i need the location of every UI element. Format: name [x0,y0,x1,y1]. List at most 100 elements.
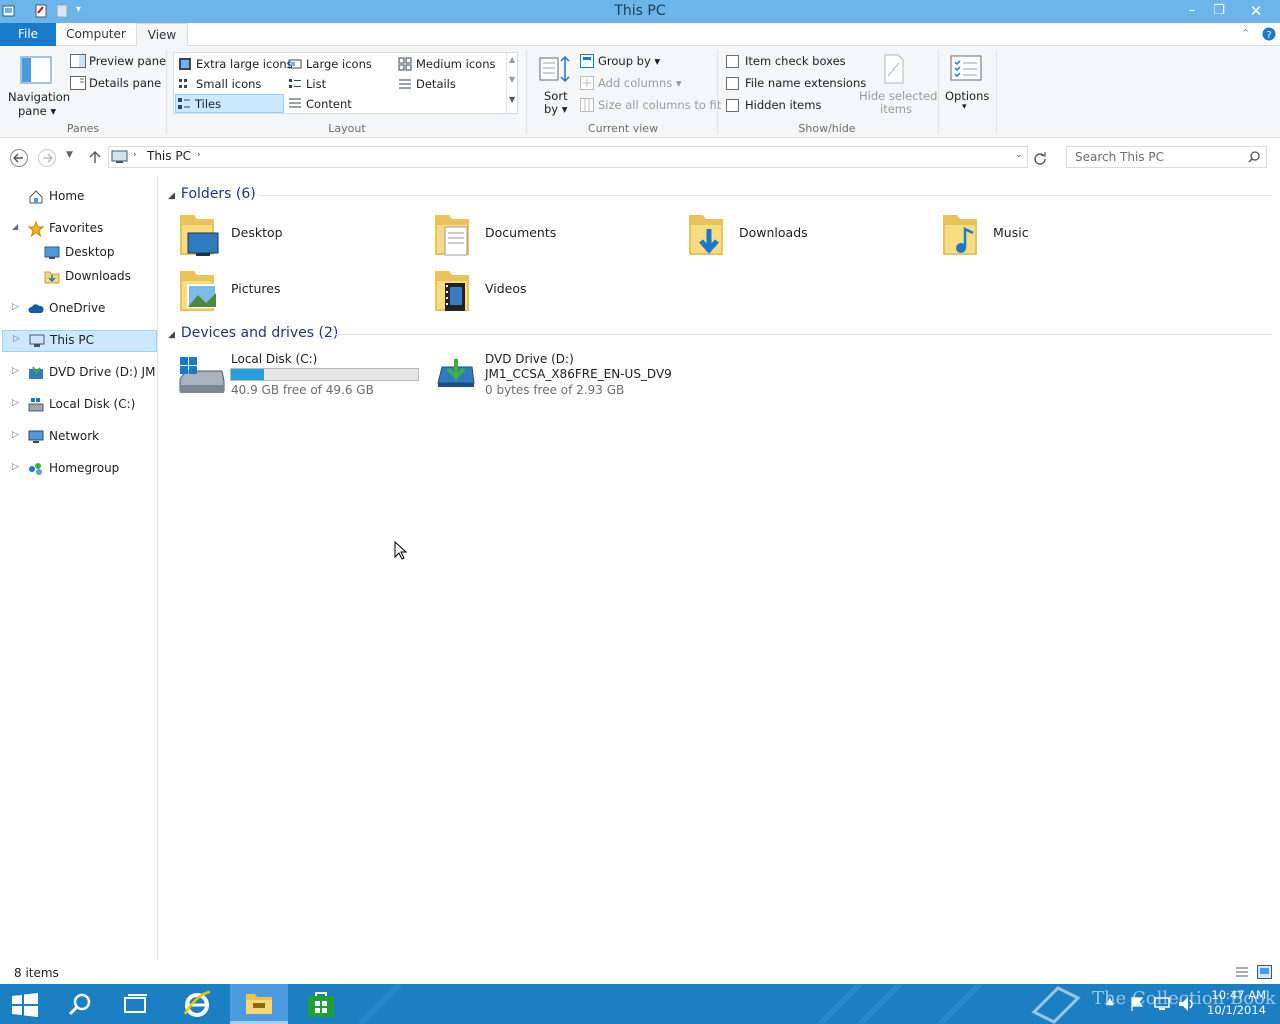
details-pane-button[interactable]: Details pane [70,75,161,93]
group-by-button[interactable]: Group by ▾ [580,53,670,71]
folder-tile-pictures[interactable]: Pictures [176,265,416,317]
devices-group-heading[interactable]: ◢ Devices and drives (2) [168,325,338,341]
tab-computer[interactable]: Computer [60,23,132,46]
nav-item-dvd-drive[interactable]: ▷ DVD Drive (D:) JM1_CCSA_X86FRE_EN-US_D… [0,362,157,384]
up-icon[interactable] [87,149,103,165]
file-name-extensions-checkbox[interactable] [726,77,739,90]
system-clock[interactable]: 10:47 AM 10/1/2014 [1207,988,1266,1018]
large-icons-view-icon[interactable] [1257,965,1272,979]
internet-explorer-button[interactable] [170,984,224,1024]
navigation-pane-button[interactable]: Navigation pane ▾ [6,50,70,120]
size-all-columns-button[interactable]: Size all columns to fit [580,97,721,115]
nav-item-favorites[interactable]: ◢ Favorites [0,218,157,240]
collapsed-arrow-icon[interactable]: ▷ [12,366,19,376]
nav-item-network[interactable]: ▷ Network [0,426,157,448]
nav-item-downloads[interactable]: Downloads [0,266,157,288]
collapsed-arrow-icon[interactable]: ▷ [12,398,19,408]
address-dropdown-icon[interactable]: ⌄ [1015,150,1023,160]
sort-by-button[interactable]: Sort by ▾ [536,52,574,116]
back-icon[interactable] [9,148,29,168]
store-button[interactable] [294,984,348,1024]
search-icon[interactable] [1248,151,1260,163]
file-name-extensions-toggle[interactable]: File name extensions [726,76,866,92]
breadcrumb-arrow-icon[interactable]: › [197,150,201,160]
layout-scroll[interactable]: ▲ ▼ ▼ [506,53,518,113]
recent-locations-icon[interactable]: ▼ [66,150,73,160]
nav-item-local-disk[interactable]: ▷ Local Disk (C:) [0,394,157,416]
show-hidden-icons-icon[interactable]: ▲ [1106,996,1114,1007]
folder-tile-music[interactable]: Music [939,209,1179,261]
nav-item-onedrive[interactable]: ▷ OneDrive [0,298,157,320]
group-divider [258,195,1272,196]
collapsed-arrow-icon[interactable]: ▷ [12,430,19,440]
breadcrumb-arrow-icon[interactable]: › [133,150,137,160]
address-box[interactable]: › This PC › ⌄ [108,146,1028,168]
help-icon[interactable]: ? [1262,27,1276,41]
layout-tiles[interactable]: Tiles [175,94,284,113]
search-button[interactable] [56,984,104,1024]
layout-content[interactable]: Content [286,95,394,113]
expand-gallery-icon[interactable]: ▼ [509,95,515,104]
volume-icon[interactable] [1178,996,1196,1012]
navigation-pane-icon [20,56,52,84]
forward-icon[interactable] [37,148,57,168]
tab-view[interactable]: View [136,23,188,47]
layout-small-icons[interactable]: Small icons [176,75,284,93]
network-tray-icon[interactable] [1154,996,1170,1012]
nav-item-home[interactable]: Home [0,186,157,208]
windows-logo-icon [12,993,38,1017]
collapsed-arrow-icon[interactable]: ▷ [12,462,19,472]
layout-medium-icons[interactable]: Medium icons [396,55,504,73]
breadcrumb-this-pc[interactable]: This PC [147,149,191,163]
refresh-icon[interactable] [1032,150,1048,166]
layout-list[interactable]: List [286,75,394,93]
task-view-button[interactable] [112,984,160,1024]
hidden-items-checkbox[interactable] [726,99,739,112]
folder-tile-downloads[interactable]: Downloads [685,209,925,261]
options-button[interactable]: Options ▾ [942,52,990,116]
medium-icons-icon [398,57,412,71]
group-collapse-icon[interactable]: ◢ [168,330,175,340]
drive-tile-local-disk[interactable]: Local Disk (C:) 40.9 GB free of 49.6 GB [176,351,422,399]
folder-tile-desktop[interactable]: Desktop [176,209,416,261]
search-input[interactable]: Search This PC [1066,146,1267,168]
group-collapse-icon[interactable]: ◢ [168,191,175,201]
item-check-boxes-toggle[interactable]: Item check boxes [726,54,856,70]
clock-date: 10/1/2014 [1207,1003,1266,1017]
layout-details[interactable]: Details [396,75,504,93]
hidden-items-toggle[interactable]: Hidden items [726,98,856,114]
scroll-up-icon[interactable]: ▲ [509,55,515,64]
nav-item-desktop[interactable]: Desktop [0,242,157,264]
layout-large-icons[interactable]: Large icons [286,55,394,73]
tab-file[interactable]: File [0,23,56,46]
expanded-arrow-icon[interactable]: ◢ [12,222,18,231]
collapsed-arrow-icon[interactable]: ▷ [12,302,19,312]
status-bar: 8 items [0,962,1280,984]
folder-tile-videos[interactable]: Videos [431,265,671,317]
folder-tile-documents[interactable]: Documents [431,209,671,261]
collapsed-arrow-icon[interactable]: ▷ [13,334,20,344]
restore-button[interactable]: ❐ [1206,0,1232,22]
nav-item-homegroup[interactable]: ▷ Homegroup [0,458,157,480]
scroll-down-icon[interactable]: ▼ [509,75,515,84]
close-button[interactable]: ✕ [1234,0,1278,22]
file-explorer-button[interactable] [230,984,288,1024]
add-columns-button[interactable]: Add columns ▾ [580,75,690,93]
details-view-icon[interactable] [1235,966,1249,978]
preview-pane-label: Preview pane [89,54,167,68]
hide-selected-items-button[interactable]: Hide selected items [856,52,937,116]
ribbon-collapse-icon[interactable]: ⌃ [1241,27,1250,40]
options-label: Options [945,89,990,103]
folders-group-heading[interactable]: ◢ Folders (6) [168,186,256,202]
panes-group-label: Panes [66,122,100,135]
add-columns-icon [580,76,594,90]
drive-tile-dvd[interactable]: DVD Drive (D:) JM1_CCSA_X86FRE_EN-US_DV9… [436,351,686,399]
action-center-flag-icon[interactable] [1130,996,1144,1012]
minimize-button[interactable]: – [1178,0,1206,22]
item-check-boxes-checkbox[interactable] [726,55,739,68]
nav-item-this-pc[interactable]: ▷ This PC [2,330,157,352]
layout-extra-large-icons[interactable]: Extra large icons [176,55,293,73]
start-button[interactable] [0,984,50,1024]
preview-pane-button[interactable]: Preview pane [70,53,166,71]
separator [526,50,527,134]
